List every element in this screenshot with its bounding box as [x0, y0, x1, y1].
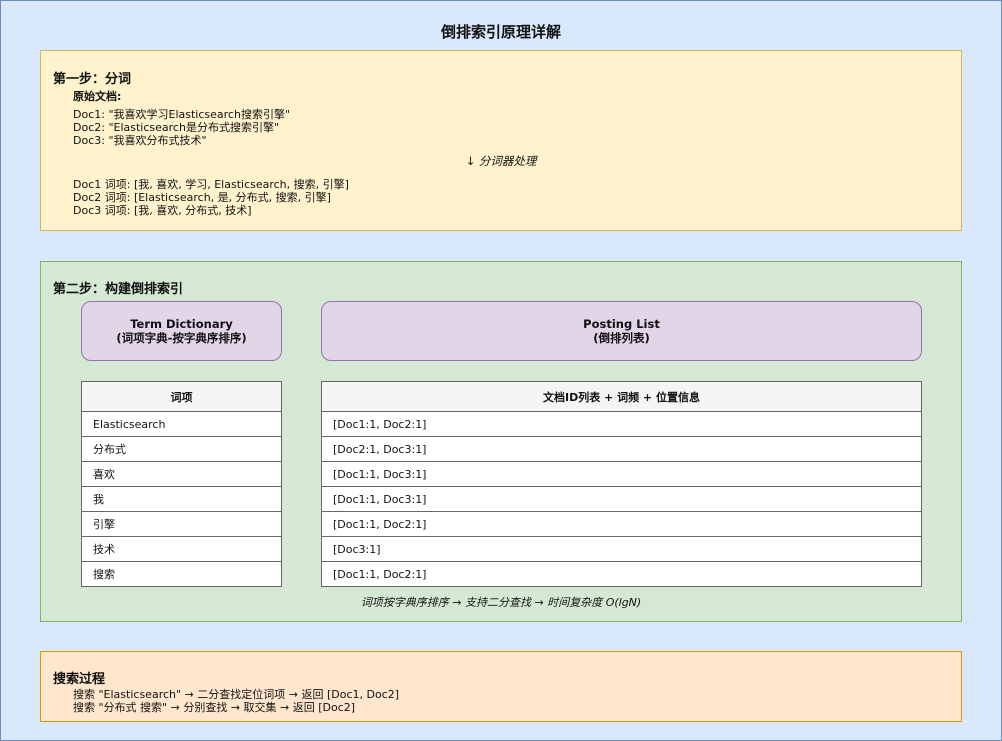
terms-line: Doc2 词项: [Elasticsearch, 是, 分布式, 搜索, 引擎]: [73, 191, 331, 204]
posting-list-title: Posting List: [583, 317, 660, 331]
step1-heading: 第一步：分词: [53, 72, 132, 87]
diagram-canvas: 倒排索引原理详解 第一步：分词 原始文档: Doc1: "我喜欢学习Elasti…: [0, 0, 1002, 741]
table-row: [Doc1:1, Doc3:1]: [321, 486, 922, 512]
posting-column-header: 文档ID列表 + 词频 + 位置信息: [321, 381, 922, 412]
table-row: [Doc1:1, Doc2:1]: [321, 561, 922, 587]
posting-cell: [Doc1:1, Doc3:1]: [321, 486, 922, 512]
term-dictionary-box: Term Dictionary (词项字典-按字典序排序): [81, 301, 282, 361]
term-column-header: 词项: [81, 381, 282, 412]
tokenizer-step: ↓ 分词器处理: [465, 154, 537, 168]
term-cell: Elasticsearch: [81, 411, 282, 437]
terms-line: Doc3 词项: [我, 喜欢, 分布式, 技术]: [73, 204, 252, 217]
table-row: 搜索: [81, 561, 282, 587]
docs-list: Doc1: "我喜欢学习Elasticsearch搜索引擎" Doc2: "El…: [73, 108, 290, 147]
table-row: [Doc2:1, Doc3:1]: [321, 436, 922, 462]
posting-list-subtitle: (倒排列表): [593, 331, 650, 345]
table-row: 我: [81, 486, 282, 512]
step2-heading: 第二步：构建倒排索引: [53, 282, 184, 297]
complexity-note: 词项按字典序排序 → 支持二分查找 → 时间复杂度 O(lgN): [360, 596, 642, 609]
table-row: [Doc1:1, Doc2:1]: [321, 411, 922, 437]
posting-cell: [Doc1:1, Doc3:1]: [321, 461, 922, 487]
search-line: 搜索 "分布式 搜索" → 分别查找 → 取交集 → 返回 [Doc2]: [73, 701, 356, 714]
table-row: 分布式: [81, 436, 282, 462]
search-line: 搜索 "Elasticsearch" → 二分查找定位词项 → 返回 [Doc1…: [73, 688, 400, 701]
doc-line: Doc2: "Elasticsearch是分布式搜索引擎": [73, 121, 280, 134]
diagram-title: 倒排索引原理详解: [440, 23, 561, 41]
table-row: [Doc1:1, Doc3:1]: [321, 461, 922, 487]
table-row: 喜欢: [81, 461, 282, 487]
posting-cell: [Doc3:1]: [321, 536, 922, 562]
term-cell: 搜索: [81, 561, 282, 587]
term-cell: 技术: [81, 536, 282, 562]
doc-line: Doc1: "我喜欢学习Elasticsearch搜索引擎": [73, 108, 291, 121]
docs-label: 原始文档:: [73, 90, 122, 103]
term-dictionary-title: Term Dictionary: [130, 317, 233, 331]
term-cell: 喜欢: [81, 461, 282, 487]
table-row: 技术: [81, 536, 282, 562]
terms-line: Doc1 词项: [我, 喜欢, 学习, Elasticsearch, 搜索, …: [73, 178, 349, 191]
posting-cell: [Doc1:1, Doc2:1]: [321, 411, 922, 437]
table-row: [Doc1:1, Doc2:1]: [321, 511, 922, 537]
term-dictionary-subtitle: (词项字典-按字典序排序): [116, 331, 247, 345]
posting-cell: [Doc2:1, Doc3:1]: [321, 436, 922, 462]
posting-cell: [Doc1:1, Doc2:1]: [321, 561, 922, 587]
term-cell: 我: [81, 486, 282, 512]
table-row: 引擎: [81, 511, 282, 537]
term-cell: 引擎: [81, 511, 282, 537]
term-table: 词项 Elasticsearch 分布式 喜欢 我 引擎 技术 搜索: [81, 381, 282, 587]
search-heading: 搜索过程: [53, 672, 106, 687]
doc-line: Doc3: "我喜欢分布式技术": [73, 134, 207, 147]
posting-cell: [Doc1:1, Doc2:1]: [321, 511, 922, 537]
posting-list-box: Posting List (倒排列表): [321, 301, 922, 361]
term-cell: 分布式: [81, 436, 282, 462]
posting-table: 文档ID列表 + 词频 + 位置信息 [Doc1:1, Doc2:1] [Doc…: [321, 381, 922, 587]
search-steps: 搜索 "Elasticsearch" → 二分查找定位词项 → 返回 [Doc1…: [73, 688, 399, 714]
terms-list: Doc1 词项: [我, 喜欢, 学习, Elasticsearch, 搜索, …: [73, 178, 349, 217]
table-row: Elasticsearch: [81, 411, 282, 437]
table-row: [Doc3:1]: [321, 536, 922, 562]
